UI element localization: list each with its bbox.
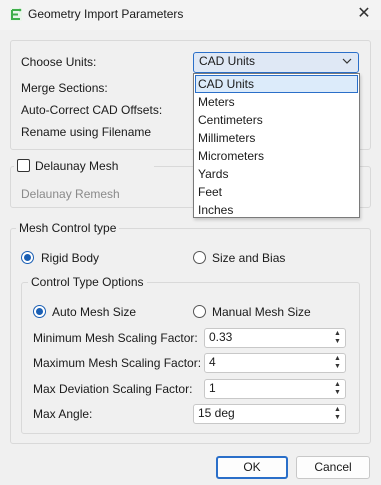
units-option-meters[interactable]: Meters xyxy=(195,93,358,111)
chevron-down-icon xyxy=(342,58,352,64)
max-angle-value: 15 deg xyxy=(198,406,235,420)
max-mesh-scaling-input[interactable]: 4 ▲ ▼ xyxy=(204,353,346,373)
delaunay-mesh-checkbox[interactable] xyxy=(17,159,30,172)
manual-mesh-size-radio[interactable] xyxy=(193,305,206,318)
close-icon: ✕ xyxy=(357,5,371,22)
max-deviation-scaling-value: 1 xyxy=(209,381,216,395)
units-select[interactable]: CAD Units xyxy=(193,52,359,73)
control-type-options-legend: Control Type Options xyxy=(28,275,147,289)
auto-mesh-size-option[interactable]: Auto Mesh Size xyxy=(33,304,173,320)
auto-mesh-size-label: Auto Mesh Size xyxy=(52,305,137,319)
units-dropdown-list: CAD Units Meters Centimeters Millimeters… xyxy=(193,73,360,218)
max-angle-stepper[interactable]: ▲ ▼ xyxy=(331,406,344,422)
max-angle-label: Max Angle: xyxy=(33,407,93,421)
autocorrect-offsets-label: Auto-Correct CAD Offsets: xyxy=(21,103,163,117)
size-bias-label: Size and Bias xyxy=(212,251,286,265)
units-label: Choose Units: xyxy=(21,55,97,69)
delaunay-mesh-legend: Delaunay Mesh xyxy=(14,158,154,174)
max-mesh-scaling-stepper[interactable]: ▲ ▼ xyxy=(331,355,344,371)
manual-mesh-size-label: Manual Mesh Size xyxy=(212,305,311,319)
spin-down-icon[interactable]: ▼ xyxy=(331,338,344,346)
spin-down-icon[interactable]: ▼ xyxy=(331,389,344,397)
rigid-body-option[interactable]: Rigid Body xyxy=(21,250,141,266)
close-button[interactable]: ✕ xyxy=(354,3,374,25)
size-bias-option[interactable]: Size and Bias xyxy=(193,250,313,266)
max-mesh-scaling-value: 4 xyxy=(209,355,216,369)
min-mesh-scaling-input[interactable]: 0.33 ▲ ▼ xyxy=(204,328,346,348)
spin-down-icon[interactable]: ▼ xyxy=(331,414,344,422)
window-title: Geometry Import Parameters xyxy=(28,7,184,21)
spin-up-icon[interactable]: ▲ xyxy=(331,355,344,363)
manual-mesh-size-option[interactable]: Manual Mesh Size xyxy=(193,304,333,320)
max-angle-input[interactable]: 15 deg ▲ ▼ xyxy=(193,404,346,424)
rigid-body-label: Rigid Body xyxy=(41,251,100,265)
geometry-app-icon xyxy=(10,8,22,21)
max-deviation-scaling-label: Max Deviation Scaling Factor: xyxy=(33,382,193,396)
min-mesh-scaling-label: Minimum Mesh Scaling Factor: xyxy=(33,331,198,345)
units-option-micrometers[interactable]: Micrometers xyxy=(195,147,358,165)
max-mesh-scaling-label: Maximum Mesh Scaling Factor: xyxy=(33,356,202,370)
title-bar: Geometry Import Parameters ✕ xyxy=(0,0,381,30)
units-option-cad-units[interactable]: CAD Units xyxy=(195,75,358,93)
delaunay-remesh-label: Delaunay Remesh xyxy=(21,187,120,201)
delaunay-mesh-label: Delaunay Mesh xyxy=(35,159,119,173)
max-deviation-scaling-stepper[interactable]: ▲ ▼ xyxy=(331,381,344,397)
units-select-value: CAD Units xyxy=(199,54,256,68)
min-mesh-scaling-stepper[interactable]: ▲ ▼ xyxy=(331,330,344,346)
auto-mesh-size-radio[interactable] xyxy=(33,305,46,318)
mesh-control-legend: Mesh Control type xyxy=(16,221,120,235)
size-bias-radio[interactable] xyxy=(193,251,206,264)
max-deviation-scaling-input[interactable]: 1 ▲ ▼ xyxy=(204,379,346,399)
units-option-inches[interactable]: Inches xyxy=(195,201,358,219)
spin-up-icon[interactable]: ▲ xyxy=(331,330,344,338)
units-option-yards[interactable]: Yards xyxy=(195,165,358,183)
units-option-millimeters[interactable]: Millimeters xyxy=(195,129,358,147)
rename-filename-label: Rename using Filename xyxy=(21,125,152,139)
cancel-button[interactable]: Cancel xyxy=(296,456,370,479)
min-mesh-scaling-value: 0.33 xyxy=(209,330,233,344)
spin-up-icon[interactable]: ▲ xyxy=(331,406,344,414)
ok-button[interactable]: OK xyxy=(216,456,288,479)
units-option-centimeters[interactable]: Centimeters xyxy=(195,111,358,129)
spin-up-icon[interactable]: ▲ xyxy=(331,381,344,389)
units-option-feet[interactable]: Feet xyxy=(195,183,358,201)
merge-sections-label: Merge Sections: xyxy=(21,81,108,95)
rigid-body-radio[interactable] xyxy=(21,251,34,264)
spin-down-icon[interactable]: ▼ xyxy=(331,363,344,371)
